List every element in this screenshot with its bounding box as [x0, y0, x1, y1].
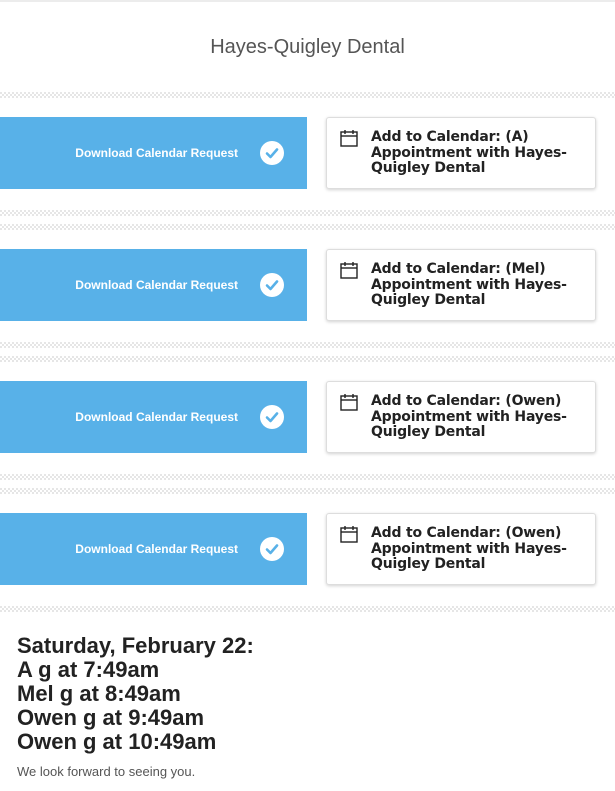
add-to-calendar-button-mel[interactable]: Add to Calendar: (Mel) Appointment with …	[326, 249, 596, 321]
appointment-item: A g at 7:49am	[17, 657, 160, 682]
closing-message: We look forward to seeing you.	[17, 764, 196, 779]
page-title: Hayes-Quigley Dental	[210, 36, 405, 58]
download-button-label: Download Calendar Request	[75, 410, 238, 424]
check-circle-icon	[260, 537, 284, 561]
section-separator	[0, 224, 615, 230]
section-separator	[0, 606, 615, 612]
download-calendar-button-owen[interactable]: Download Calendar Request	[0, 381, 307, 453]
section-separator	[0, 474, 615, 480]
calendar-icon	[340, 526, 358, 543]
appointment-item: Mel g at 8:49am	[17, 681, 181, 706]
calendar-icon	[340, 394, 358, 411]
calendar-icon	[340, 130, 358, 147]
add-to-calendar-label: Add to Calendar: (Owen) Appointment with…	[371, 525, 567, 572]
check-circle-icon	[260, 405, 284, 429]
section-separator	[0, 210, 615, 216]
section-separator	[0, 488, 615, 494]
section-separator	[0, 356, 615, 362]
appointment-summary: Saturday, February 22: A g at 7:49am Mel…	[17, 634, 607, 754]
add-to-calendar-label: Add to Calendar: (A) Appointment with Ha…	[371, 129, 567, 176]
download-button-label: Download Calendar Request	[75, 146, 238, 160]
download-button-label: Download Calendar Request	[75, 278, 238, 292]
appointment-item: Owen g at 10:49am	[17, 729, 217, 754]
download-calendar-button-owen-2[interactable]: Download Calendar Request	[0, 513, 307, 585]
section-separator	[0, 92, 615, 98]
download-button-label: Download Calendar Request	[75, 542, 238, 556]
check-circle-icon	[260, 141, 284, 165]
section-separator	[0, 342, 615, 348]
add-to-calendar-button-owen-2[interactable]: Add to Calendar: (Owen) Appointment with…	[326, 513, 596, 585]
add-to-calendar-label: Add to Calendar: (Mel) Appointment with …	[371, 261, 567, 308]
top-divider	[0, 0, 615, 2]
add-to-calendar-button-a[interactable]: Add to Calendar: (A) Appointment with Ha…	[326, 117, 596, 189]
add-to-calendar-label: Add to Calendar: (Owen) Appointment with…	[371, 393, 567, 440]
download-calendar-button-mel[interactable]: Download Calendar Request	[0, 249, 307, 321]
check-circle-icon	[260, 273, 284, 297]
download-calendar-button-a[interactable]: Download Calendar Request	[0, 117, 307, 189]
appointment-date: Saturday, February 22:	[17, 633, 254, 658]
appointment-item: Owen g at 9:49am	[17, 705, 205, 730]
calendar-icon	[340, 262, 358, 279]
add-to-calendar-button-owen[interactable]: Add to Calendar: (Owen) Appointment with…	[326, 381, 596, 453]
